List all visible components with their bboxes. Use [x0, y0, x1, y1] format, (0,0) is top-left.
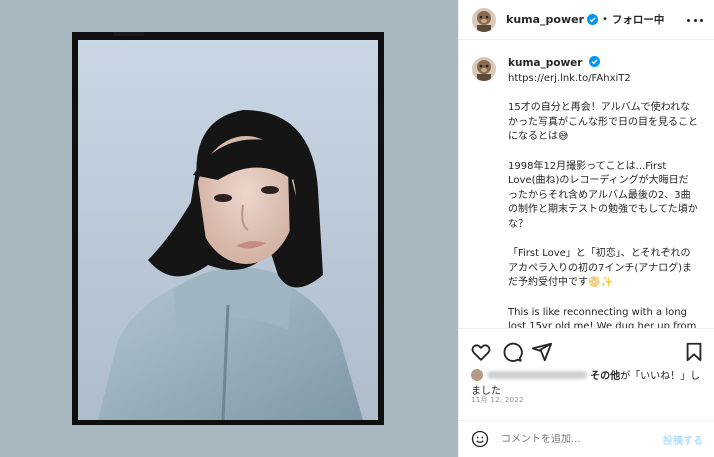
liker-name-blurred: [487, 371, 587, 379]
verified-badge-icon: [588, 56, 600, 67]
heart-icon[interactable]: [470, 341, 492, 363]
comment-input[interactable]: [501, 433, 663, 445]
caption-paragraph: 「First Love」と「初恋」、とそれぞれのアカペラ入りの初の7インチ(アナ…: [508, 248, 692, 288]
comment-icon[interactable]: [501, 341, 523, 363]
verified-badge-icon: [587, 14, 599, 25]
username-link[interactable]: kuma_power: [506, 13, 584, 26]
share-icon[interactable]: [531, 341, 553, 363]
liker-avatar: [471, 369, 483, 381]
post-header: kuma_power • フォロー中: [459, 0, 714, 40]
post-date[interactable]: 11月 12, 2022: [471, 395, 524, 405]
caption-link[interactable]: https://erj.lnk.to/FAhxiT2: [508, 72, 698, 87]
caption-area: kuma_power https://erj.lnk.to/FAhxiT2 15…: [459, 40, 714, 328]
post-panel: kuma_power • フォロー中 kuma_power https://er…: [458, 0, 714, 457]
post-photo: [78, 40, 378, 420]
caption-paragraph: This is like reconnecting with a long lo…: [508, 306, 697, 329]
more-options-icon[interactable]: [687, 13, 703, 27]
caption-avatar[interactable]: [472, 57, 496, 81]
film-notch: [114, 32, 144, 36]
post-media[interactable]: [0, 0, 458, 457]
others-link[interactable]: その他: [590, 371, 620, 382]
avatar[interactable]: [472, 7, 496, 32]
post-comment-button[interactable]: 投稿する: [663, 432, 703, 447]
separator-dot: •: [602, 14, 608, 25]
emoji-icon[interactable]: [471, 430, 489, 448]
bookmark-icon[interactable]: [683, 341, 705, 363]
following-button[interactable]: フォロー中: [612, 12, 665, 27]
caption-paragraph: 1998年12月撮影ってことは...First Love(曲ね)のレコーディング…: [508, 160, 698, 230]
caption-username[interactable]: kuma_power: [508, 57, 582, 69]
comment-box: 投稿する: [459, 420, 714, 457]
caption-paragraph: 15才の自分と再会！アルバムで使われなかった写真がこんな形で日の目を見ることにな…: [508, 102, 698, 142]
